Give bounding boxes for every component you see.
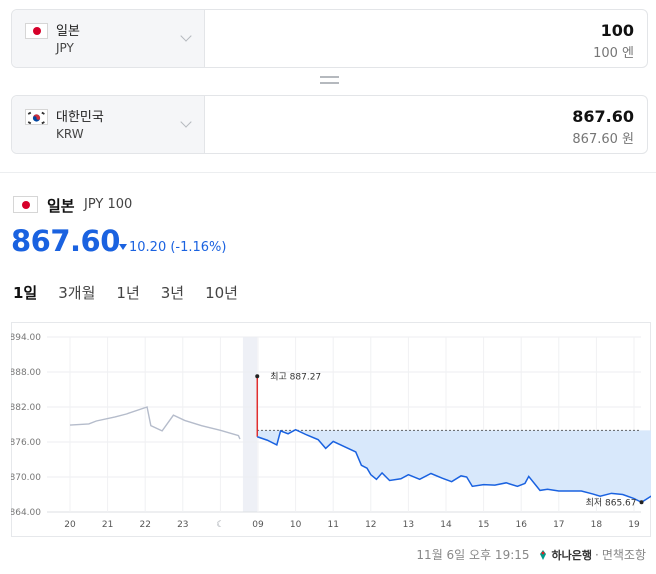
from-currency-code: JPY (56, 41, 74, 55)
japan-flag-icon (13, 196, 38, 213)
equals-icon (320, 76, 339, 85)
x-tick-label: 16 (515, 520, 527, 530)
from-currency-name: 일본 (56, 24, 80, 39)
chart-svg: 894.00 888.00 882.00 876.00 870.00 864.00 20 21… (10, 322, 656, 537)
x-tick-label: 10 (290, 520, 302, 530)
x-tick-label: 15 (478, 520, 489, 530)
from-amount-text: 100 엔 (593, 46, 634, 61)
disclaimer-link[interactable]: 면책조항 (602, 546, 646, 563)
tab-10y[interactable]: 10년 (205, 282, 238, 303)
high-label: 최고 887.27 (270, 371, 321, 382)
bank-logo-icon (537, 549, 549, 561)
x-tick-label: 13 (403, 520, 414, 530)
chevron-down-icon (180, 116, 192, 128)
y-tick-label: 876.00 (11, 438, 41, 448)
tab-1y[interactable]: 1년 (116, 282, 139, 303)
price-change-value: 10.20 (-1.16%) (129, 240, 227, 255)
x-tick-label: 19 (628, 520, 640, 530)
to-amount-text: 867.60 원 (572, 132, 634, 147)
exchange-rate-chart[interactable]: 894.00 888.00 882.00 876.00 870.00 864.00 20 21… (10, 322, 656, 537)
y-tick-label: 870.00 (11, 473, 41, 483)
y-tick-label: 882.00 (11, 403, 41, 413)
low-point (639, 500, 644, 505)
converter-to-box: 대한민국 KRW 867.60 867.60 원 (11, 95, 648, 154)
chevron-down-icon (180, 30, 192, 42)
footer: 11월 6일 오후 19:15 하나은행 · 면책조항 (416, 546, 646, 563)
to-currency-code: KRW (56, 127, 84, 141)
currency-title: 일본 (47, 197, 75, 215)
converter-from-box: 일본 JPY 100 100 엔 (11, 9, 648, 68)
update-timestamp: 11월 6일 오후 19:15 (416, 548, 530, 562)
x-tick-label: 18 (591, 520, 603, 530)
y-tick-label: 888.00 (11, 368, 41, 378)
from-currency-select[interactable]: 일본 JPY (12, 10, 205, 67)
to-currency-select[interactable]: 대한민국 KRW (12, 96, 205, 153)
x-tick-label: 20 (64, 520, 76, 530)
x-tick-label: 23 (177, 520, 188, 530)
currency-unit: JPY 100 (84, 197, 133, 212)
section-divider (0, 172, 656, 173)
x-tick-label: 17 (553, 520, 564, 530)
period-tabs: 1일 3개월 1년 3년 10년 (13, 282, 259, 303)
x-tick-label: 22 (139, 520, 150, 530)
to-amount-value: 867.60 (572, 107, 634, 126)
current-session-fill (257, 430, 656, 503)
down-arrow-icon (119, 244, 127, 250)
from-amount-value: 100 (600, 21, 634, 40)
price-change: 10.20 (-1.16%) (119, 240, 226, 255)
y-tick-label: 894.00 (11, 333, 41, 343)
current-price: 867.60 (11, 224, 120, 258)
to-currency-name: 대한민국 (56, 110, 104, 125)
x-tick-label: 14 (440, 520, 452, 530)
tab-1d[interactable]: 1일 (13, 282, 37, 303)
x-tick-label: ☾ (216, 520, 224, 530)
to-amount-input[interactable]: 867.60 867.60 원 (205, 96, 647, 153)
high-point (255, 374, 260, 379)
y-tick-label: 864.00 (11, 508, 41, 518)
x-tick-label: 09 (252, 520, 264, 530)
korea-flag-icon (25, 109, 48, 125)
tab-3y[interactable]: 3년 (161, 282, 184, 303)
x-tick-label: 12 (365, 520, 376, 530)
separator-dot: · (595, 547, 599, 562)
from-amount-input[interactable]: 100 100 엔 (205, 10, 647, 67)
previous-session-line (69, 406, 241, 440)
low-label: 최저 865.67 (586, 497, 637, 508)
bank-name: 하나은행 (551, 548, 592, 562)
tab-3m[interactable]: 3개월 (58, 282, 95, 303)
japan-flag-icon (25, 23, 48, 39)
x-tick-label: 21 (102, 520, 113, 530)
x-tick-label: 11 (327, 520, 338, 530)
night-band (242, 337, 258, 512)
